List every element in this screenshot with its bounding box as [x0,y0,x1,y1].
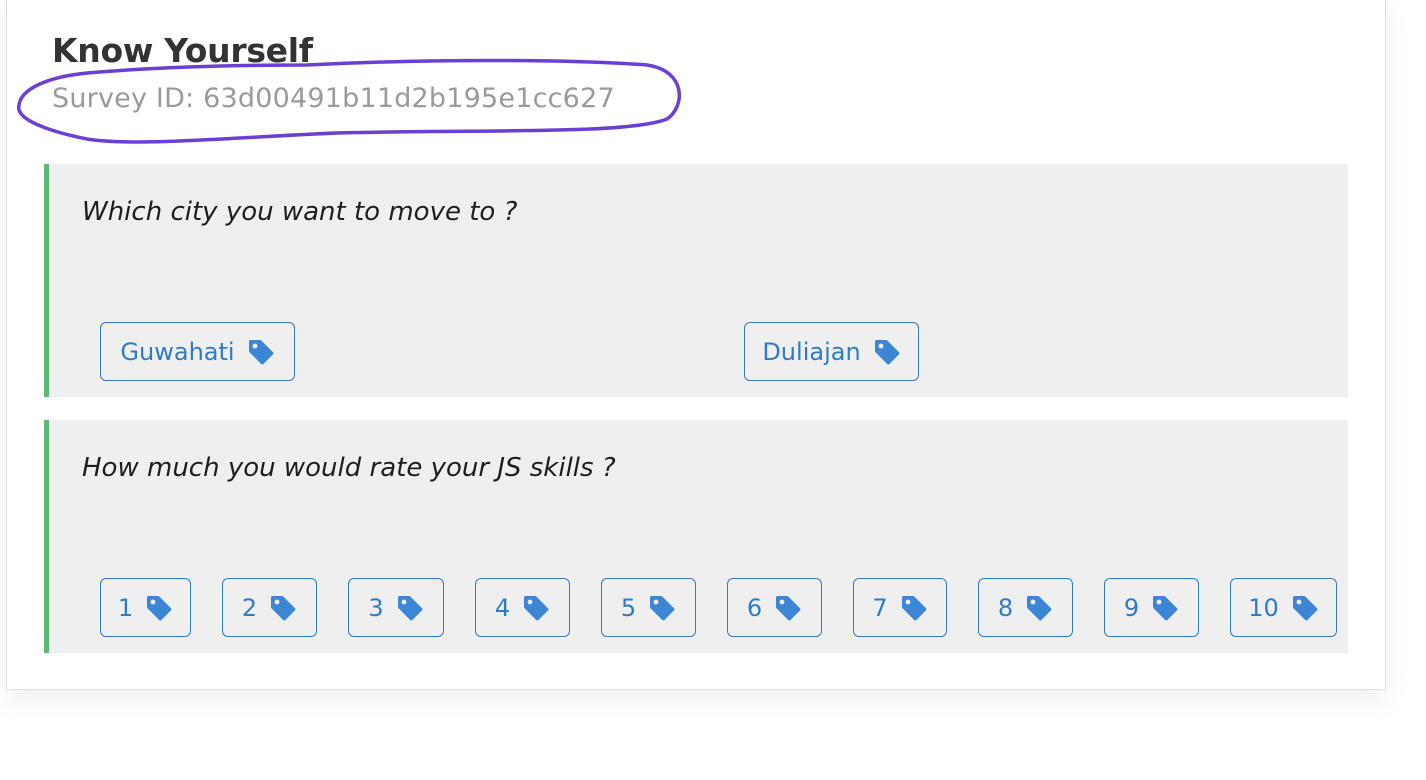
tag-icon [1025,594,1053,622]
tag-icon [522,594,550,622]
option-label: 4 [494,593,511,622]
rating-button-1[interactable]: 1 [100,578,191,637]
option-label: 10 [1248,593,1279,622]
rating-button-3[interactable]: 3 [348,578,444,637]
rating-button-6[interactable]: 6 [727,578,822,637]
tag-icon [145,594,173,622]
option-button-guwahati[interactable]: Guwahati [100,322,295,381]
rating-button-9[interactable]: 9 [1104,578,1199,637]
question-text: How much you would rate your JS skills ? [82,453,616,483]
tag-icon [648,594,676,622]
option-label: Guwahati [120,337,235,366]
option-label: 1 [117,593,134,622]
tag-icon [900,594,928,622]
rating-button-2[interactable]: 2 [222,578,317,637]
option-label: 7 [872,593,888,622]
option-label: 9 [1123,593,1140,622]
tag-icon [774,594,802,622]
option-label: Duliajan [762,337,861,366]
rating-button-8[interactable]: 8 [978,578,1073,637]
option-label: 8 [997,593,1014,622]
question-text: Which city you want to move to ? [82,197,518,227]
tag-icon [396,594,424,622]
tag-icon [269,594,297,622]
option-label: 2 [241,593,258,622]
option-button-duliajan[interactable]: Duliajan [744,322,919,381]
survey-title: Know Yourself [52,31,313,70]
question-card-city: Which city you want to move to ? Guwahat… [44,164,1348,397]
option-label: 6 [746,593,763,622]
rating-button-4[interactable]: 4 [475,578,570,637]
tag-icon [873,338,901,366]
rating-button-5[interactable]: 5 [601,578,696,637]
rating-button-10[interactable]: 10 [1230,578,1337,637]
rating-button-7[interactable]: 7 [853,578,947,637]
question-card-js-skills: How much you would rate your JS skills ?… [44,420,1348,653]
tag-icon [1291,594,1319,622]
survey-id: Survey ID: 63d00491b11d2b195e1cc627 [52,83,615,114]
tag-icon [247,338,275,366]
option-label: 3 [368,593,384,622]
option-label: 5 [620,593,637,622]
tag-icon [1151,594,1179,622]
